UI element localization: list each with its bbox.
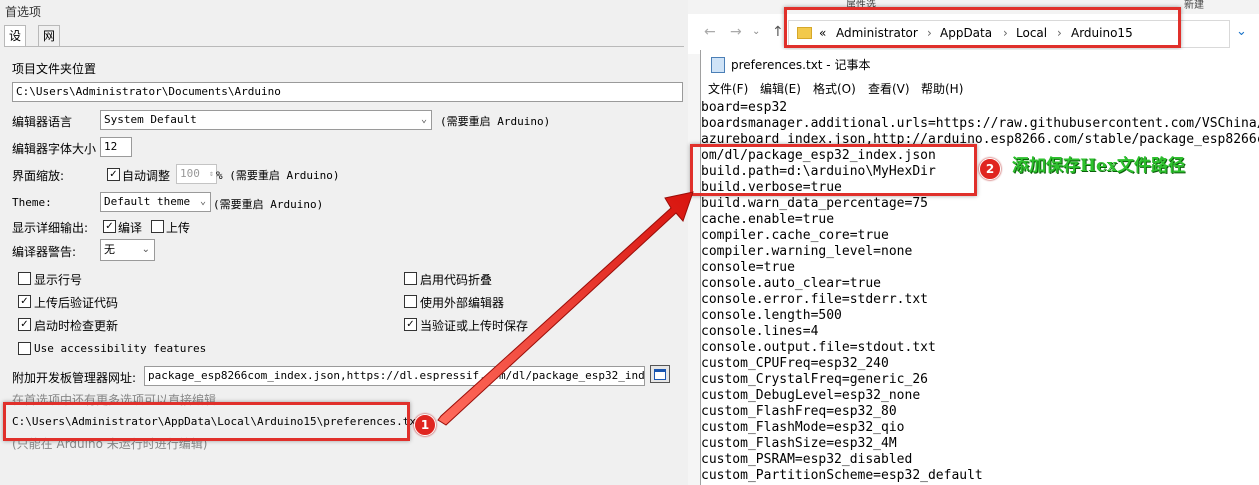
red-arrow-overlay bbox=[437, 191, 694, 426]
arrow-icon bbox=[437, 191, 694, 426]
